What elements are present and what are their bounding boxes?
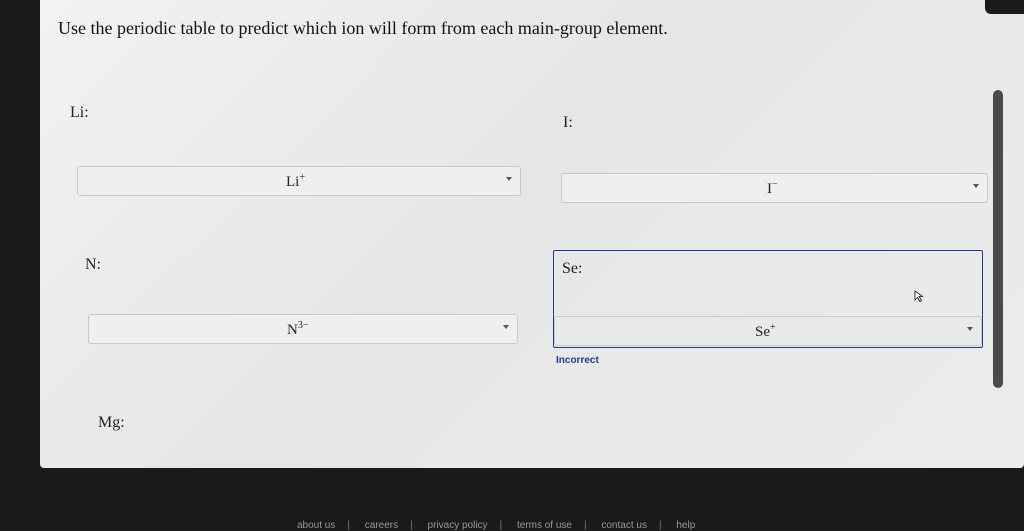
label-li: Li: [70,104,89,121]
footer-link-about[interactable]: about us [297,520,335,531]
window-corner [985,0,1024,14]
footer-link-careers[interactable]: careers [365,520,398,531]
question-text: Use the periodic table to predict which … [58,18,668,38]
footer-links: about us | careers | privacy policy | terms… [297,520,696,531]
footer-link-help[interactable]: help [676,520,695,531]
footer-link-privacy[interactable]: privacy policy [428,520,488,531]
select-li-value: Li+ [286,172,305,190]
question-panel [40,0,1024,468]
chevron-down-icon [503,325,509,329]
footer-link-contact[interactable]: contact us [601,520,647,531]
footer-link-terms[interactable]: terms of use [517,520,572,531]
chevron-down-icon [973,184,979,188]
feedback-incorrect: Incorrect [556,355,599,366]
select-n[interactable]: N3− [88,314,518,344]
label-i: I: [563,114,573,131]
label-n: N: [85,256,101,273]
chevron-down-icon [967,327,973,331]
select-se[interactable]: Se+ [554,316,982,346]
mouse-cursor-icon [914,290,924,302]
select-se-value: Se+ [755,322,776,340]
select-i[interactable]: I− [561,173,988,203]
select-li[interactable]: Li+ [77,166,521,196]
select-i-value: I− [767,179,778,197]
scrollbar[interactable] [993,90,1003,388]
chevron-down-icon [506,177,512,181]
label-mg: Mg: [98,414,125,431]
select-n-value: N3− [287,320,309,338]
label-se: Se: [562,260,583,277]
